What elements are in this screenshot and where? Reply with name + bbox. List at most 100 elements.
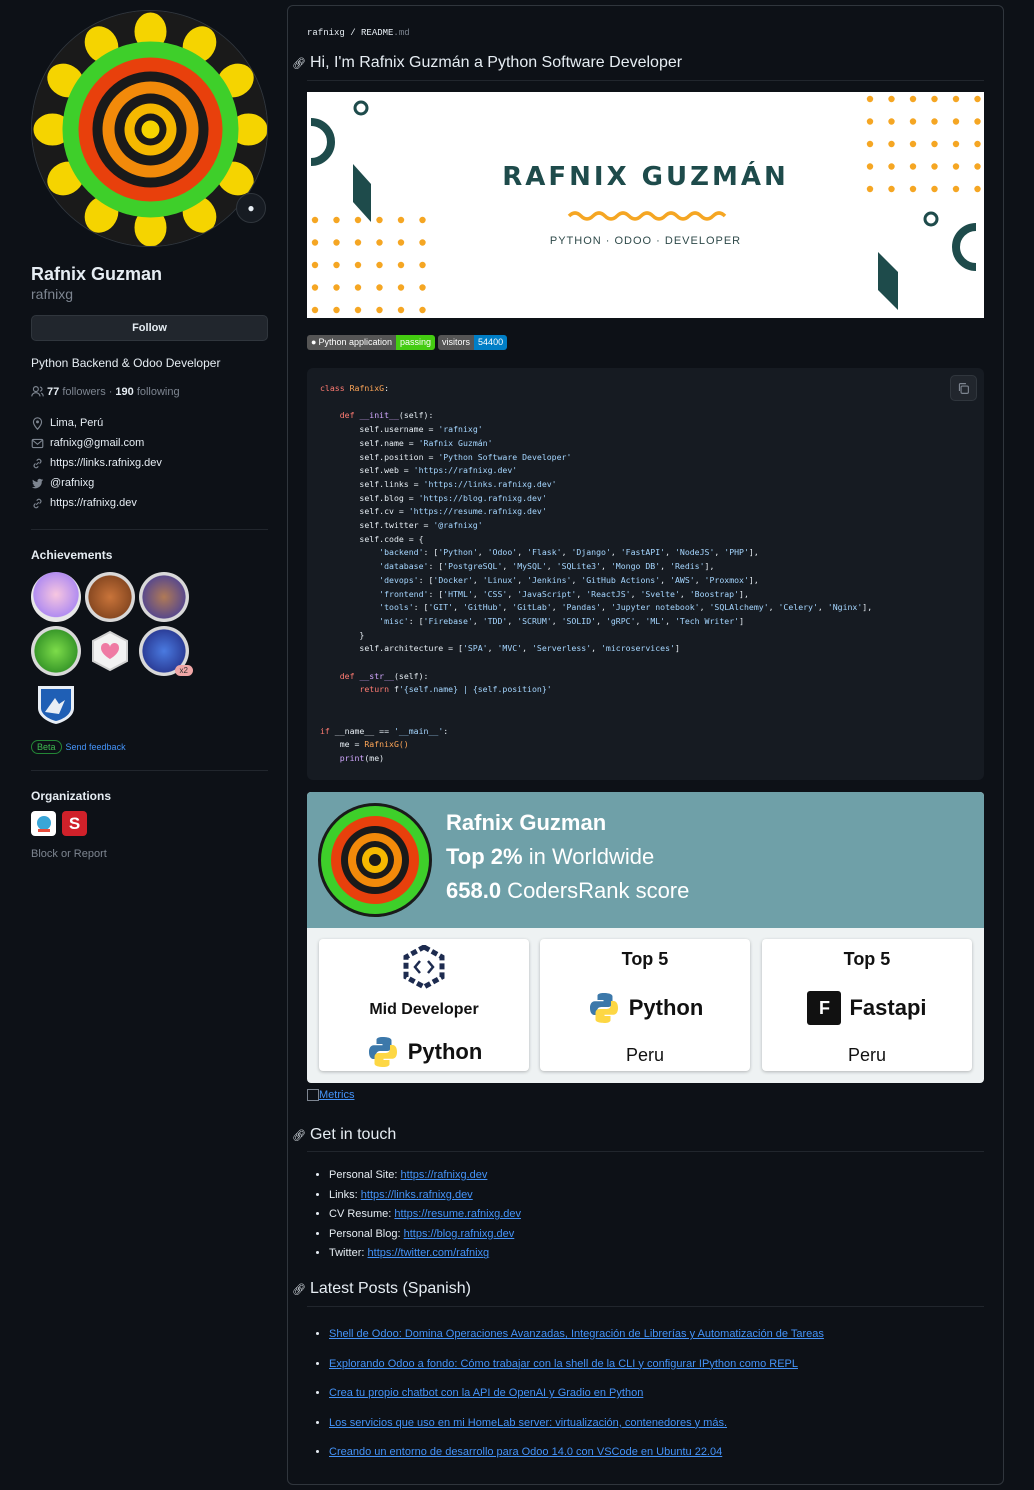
email-link[interactable]: rafnixg@gmail.com [50, 437, 144, 449]
contact-link[interactable]: https://rafnixg.dev [401, 1169, 488, 1181]
codersrank-card-level-lang: Python [319, 1035, 529, 1069]
crumb-file: README [361, 28, 394, 38]
readme-heading-text: Hi, I'm Rafnix Guzmán a Python Software … [309, 54, 683, 71]
pair-extraordinaire-badge-icon[interactable] [31, 626, 81, 676]
contact-item: CV Resume: https://resume.rafnixg.dev [329, 1205, 521, 1225]
post-item: Shell de Odoo: Domina Operaciones Avanza… [329, 1320, 824, 1350]
followers-link[interactable]: 77 followers [47, 386, 106, 398]
banner-dot [354, 261, 362, 269]
contact-label: Personal Site: [329, 1169, 401, 1181]
website-item[interactable]: https://links.rafnixg.dev [31, 453, 268, 473]
codersrank-card-fastapi: Top 5 F Fastapi Peru [762, 939, 972, 1071]
banner-role: PYTHON · ODOO · DEVELOPER [549, 235, 742, 247]
organizations-list: S [31, 811, 268, 836]
codersrank-card-fastapi-lang: F Fastapi [762, 991, 972, 1025]
banner-dot [397, 306, 405, 314]
link-icon [33, 458, 42, 468]
broken-image-icon [307, 1089, 319, 1101]
org-s-letter: S [68, 813, 81, 833]
latest-posts-heading: 🔗︎ Latest Posts (Spanish) [292, 1280, 471, 1298]
ci-badge-label: ● Python application [307, 335, 396, 350]
post-link[interactable]: Creando un entorno de desarrollo para Od… [329, 1446, 722, 1458]
location-item: Lima, Perú [31, 413, 268, 433]
website2-item[interactable]: https://rafnixg.dev [31, 493, 268, 513]
visitors-badge-value: 54400 [474, 335, 508, 350]
codersrank-widget[interactable]: Rafnix Guzman Top 2% in Worldwide 658.0 … [307, 792, 984, 1083]
profile-banner: RAFNIX GUZMÁN PYTHON · ODOO · DEVELOPER [307, 92, 984, 318]
profile-username: rafnixg [31, 286, 74, 302]
pull-shark-badge-icon[interactable]: x2 [139, 626, 193, 676]
status-emoji-icon[interactable]: ● [236, 193, 266, 223]
codersrank-score-rest: CodersRank score [501, 878, 690, 903]
banner-dot [333, 216, 340, 224]
banner-dot [397, 284, 405, 291]
anchor-link-icon[interactable]: 🔗︎ [292, 1283, 306, 1296]
profile-fullname: Rafnix Guzman [31, 264, 163, 284]
copy-button[interactable] [950, 375, 977, 401]
contact-link[interactable]: https://links.rafnixg.dev [361, 1189, 473, 1201]
banner-dot [311, 216, 319, 224]
ci-badge[interactable]: ● Python application passing [307, 335, 436, 350]
banner-dot [866, 95, 874, 103]
codersrank-card-level-title: Mid Developer [369, 1001, 479, 1018]
twitter-item[interactable]: @rafnixg [31, 473, 268, 493]
website2-link[interactable]: https://rafnixg.dev [50, 497, 137, 509]
fastapi-icon: F [807, 991, 842, 1025]
banner-dot [974, 118, 981, 125]
website-link[interactable]: https://links.rafnixg.dev [50, 457, 162, 469]
contact-link[interactable]: https://blog.rafnixg.dev [404, 1228, 515, 1240]
readme-box: rafnixg / README.md 🔗︎ Hi, I'm Rafnix Gu… [287, 5, 1004, 1485]
pull-shark-cowboy-badge-icon[interactable] [85, 572, 135, 622]
profile-details: Lima, Perú rafnixg@gmail.com https://lin… [31, 413, 268, 513]
contact-link[interactable]: https://resume.rafnixg.dev [394, 1208, 521, 1220]
org-s-avatar[interactable]: S [62, 811, 87, 836]
visitors-badge[interactable]: visitors 54400 [438, 335, 508, 350]
contact-label: CV Resume: [329, 1208, 395, 1221]
crumb-ext: .md [393, 28, 410, 38]
heading-rule [307, 1151, 984, 1152]
crumb-separator: / [344, 28, 362, 38]
email-item[interactable]: rafnixg@gmail.com [31, 433, 268, 453]
twitter-link[interactable]: @rafnixg [50, 477, 94, 489]
contact-label: Twitter: [329, 1247, 368, 1260]
anchor-link-icon[interactable]: 🔗︎ [292, 1129, 306, 1142]
metrics-image-link[interactable]: Metrics [307, 1089, 354, 1101]
latest-posts-text: Latest Posts (Spanish) [309, 1280, 471, 1297]
banner-dot [888, 95, 895, 103]
codersrank-card-python-lang: Python [540, 991, 750, 1025]
post-link[interactable]: Shell de Odoo: Domina Operaciones Avanza… [329, 1328, 824, 1340]
banner-dot [866, 118, 874, 125]
readme-shields: ● Python application passing visitors 544… [307, 335, 508, 351]
banner-dot [376, 216, 383, 224]
following-link[interactable]: 190 following [115, 386, 179, 398]
post-link[interactable]: Crea tu propio chatbot con la API de Ope… [329, 1387, 643, 1399]
post-link[interactable]: Explorando Odoo a fondo: Cómo trabajar c… [329, 1358, 798, 1370]
location-icon [32, 416, 43, 430]
banner-dot [952, 140, 960, 148]
banner-dot [354, 306, 362, 314]
banner-dot [354, 284, 362, 291]
arctic-code-vault-badge-icon[interactable] [31, 680, 81, 730]
post-link[interactable]: Los servicios que uso en mi HomeLab serv… [329, 1417, 727, 1429]
follow-button[interactable]: Follow [31, 315, 268, 341]
get-in-touch-heading: 🔗︎ Get in touch [292, 1126, 396, 1144]
location-text: Lima, Perú [50, 417, 104, 429]
follow-stats: 77 followers · 190 following [31, 385, 268, 398]
block-report-link[interactable]: Block or Report [31, 848, 268, 860]
banner-dot [931, 140, 938, 148]
codersrank-card-fastapi-location: Peru [847, 1045, 887, 1065]
anchor-link-icon[interactable]: 🔗︎ [292, 57, 306, 70]
banner-dot [311, 284, 319, 291]
banner-dot [311, 261, 319, 269]
contact-link[interactable]: https://twitter.com/rafnixg [368, 1247, 490, 1259]
avatar[interactable] [31, 10, 268, 247]
org-tdev-avatar[interactable] [31, 811, 56, 836]
code-content: class RafnixG: def __init__(self): self.… [320, 383, 873, 763]
quickdraw-badge-icon[interactable] [139, 572, 189, 622]
contacts-list: Personal Site: https://rafnixg.devLinks:… [329, 1166, 521, 1264]
heart-sponsor-badge-icon[interactable] [85, 626, 135, 676]
crumb-user-link[interactable]: rafnixg [307, 28, 345, 38]
banner-dot [376, 261, 383, 269]
yolo-badge-icon[interactable] [31, 572, 81, 622]
send-feedback-link[interactable]: Send feedback [66, 742, 126, 752]
